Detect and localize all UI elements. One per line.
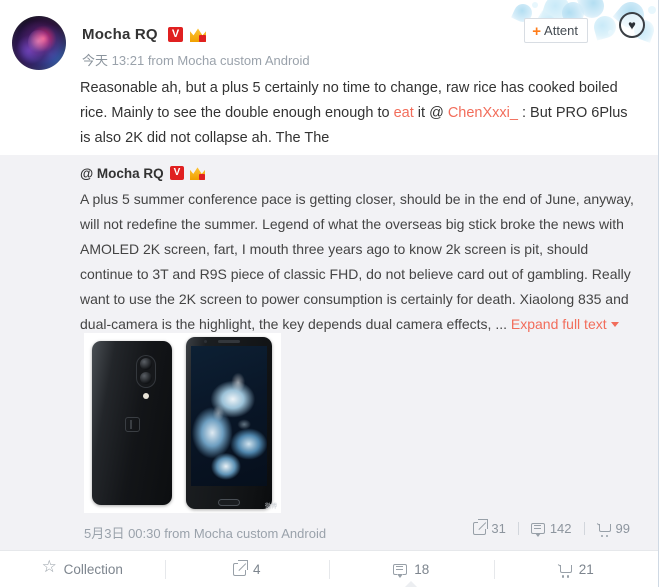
share-count: 4 (252, 561, 261, 577)
expand-label: Expand full text (510, 316, 607, 332)
quoted-share-stat[interactable]: 31 (461, 521, 517, 536)
star-icon (42, 558, 57, 576)
collection-label: Collection (63, 561, 123, 577)
comment-icon (530, 523, 545, 537)
post-image[interactable]: 微博 (84, 333, 281, 513)
oneplus-logo-icon (125, 417, 140, 432)
post-link-eat[interactable]: eat (394, 105, 414, 121)
flash-icon (143, 393, 149, 399)
comment-button[interactable]: 18 (329, 551, 494, 587)
post-header: Mocha RQ V 今天 13:21 from Mocha custom An… (0, 0, 658, 72)
phone-back-image (92, 341, 172, 505)
vip-crown-icon (190, 28, 206, 42)
quoted-username[interactable]: @ Mocha RQ (80, 166, 164, 181)
quoted-comment-stat[interactable]: 142 (519, 521, 584, 537)
attend-label: Attent (544, 23, 578, 38)
post-text-2: it @ (413, 105, 448, 121)
heart-icon: ♥ (628, 17, 636, 33)
share-button[interactable]: 4 (164, 551, 330, 587)
image-watermark: 微博 (264, 504, 277, 510)
cart-icon (597, 522, 612, 537)
share-icon (232, 562, 246, 576)
like-button[interactable]: 21 (493, 551, 659, 587)
timestamp-day: 今天 (82, 53, 109, 68)
collection-button[interactable]: Collection (0, 551, 165, 587)
verified-badge-icon: V (168, 27, 183, 42)
quoted-stats: 31 142 99 (461, 521, 642, 537)
quoted-content: A plus 5 summer conference pace is getti… (80, 187, 640, 337)
quoted-like-stat[interactable]: 99 (585, 521, 642, 537)
expand-full-text-link[interactable]: Expand full text (511, 316, 619, 332)
phone-front-image (186, 337, 272, 509)
front-camera-icon (204, 340, 207, 343)
quoted-verified-badge-icon: V (170, 166, 184, 180)
quoted-share-count: 31 (491, 521, 506, 536)
post-content: Reasonable ah, but a plus 5 certainly no… (80, 76, 640, 151)
quoted-like-count: 99 (615, 521, 630, 536)
quoted-comment-count: 142 (549, 521, 572, 536)
phone-wallpaper (191, 346, 267, 486)
share-icon (473, 522, 487, 535)
quoted-date: 5月3日 00:30 from Mocha custom Android (84, 526, 327, 541)
comment-count: 18 (414, 561, 430, 577)
chevron-down-icon (610, 322, 619, 327)
cart-icon (558, 563, 573, 578)
post-timestamp: 今天 13:21 from Mocha custom Android (82, 50, 310, 69)
home-button-icon (218, 499, 240, 506)
comment-icon (393, 563, 408, 578)
caret-up-icon (404, 581, 419, 587)
avatar[interactable] (12, 16, 66, 70)
username[interactable]: Mocha RQ (82, 26, 158, 43)
weibo-post-card: Mocha RQ V 今天 13:21 from Mocha custom An… (0, 0, 659, 587)
attend-button[interactable]: + Attent (524, 18, 588, 43)
quoted-footer: 5月3日 00:30 from Mocha custom Android 31 … (0, 515, 658, 549)
action-bar: Collection 4 18 21 (0, 550, 658, 587)
like-count: 21 (578, 561, 594, 577)
timestamp-clock: 13:21 (111, 53, 145, 68)
quoted-post: @ Mocha RQ V A plus 5 summer conference … (0, 155, 658, 550)
camera-icon (136, 355, 156, 388)
post-mention-link[interactable]: ChenXxxi_ (448, 105, 518, 121)
quoted-vip-crown-icon (190, 167, 205, 180)
favorite-heart-button[interactable]: ♥ (619, 12, 645, 38)
quoted-body-text: A plus 5 summer conference pace is getti… (80, 191, 634, 332)
plus-icon: + (532, 23, 542, 40)
speaker-icon (218, 340, 240, 343)
post-source: from Mocha custom Android (147, 53, 310, 68)
